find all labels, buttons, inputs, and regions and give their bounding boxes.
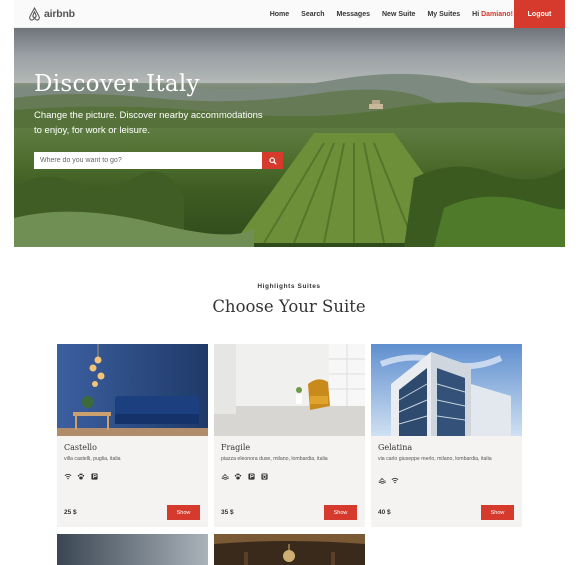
suite-image[interactable] xyxy=(214,534,365,565)
logout-button[interactable]: Logout xyxy=(514,0,565,28)
hero-banner: Discover Italy Change the picture. Disco… xyxy=(14,28,565,247)
navbar: airbnb Home Search Messages New Suite My… xyxy=(14,0,565,28)
suite-name[interactable]: Gelatina xyxy=(378,443,412,452)
search-bar xyxy=(34,152,283,169)
suite-card-partial xyxy=(214,534,365,565)
suite-card: Fragile piazza eleonora duse, milano, lo… xyxy=(214,344,365,527)
hero-title: Discover Italy xyxy=(34,71,200,97)
pet-icon xyxy=(77,473,85,480)
parking-icon xyxy=(90,473,98,480)
show-button[interactable]: Show xyxy=(167,505,200,520)
user-name: Damiano! xyxy=(481,10,513,18)
search-button[interactable] xyxy=(262,152,283,169)
nav-links: Home Search Messages New Suite My Suites… xyxy=(258,0,513,28)
suite-image[interactable] xyxy=(371,344,522,436)
nav-link-my-suites[interactable]: My Suites xyxy=(427,11,460,18)
show-button[interactable]: Show xyxy=(481,505,514,520)
suite-price: 25 $ xyxy=(64,509,77,516)
nav-link-new-suite[interactable]: New Suite xyxy=(382,11,415,18)
white-room-yellow-chair-image xyxy=(214,344,365,436)
page: airbnb Home Search Messages New Suite My… xyxy=(0,0,578,565)
amenities xyxy=(64,473,98,480)
section-title: Choose Your Suite xyxy=(212,297,366,316)
user-greeting: Hi Damiano! xyxy=(472,11,513,18)
kitchen-icon xyxy=(260,473,268,480)
logo-text: airbnb xyxy=(44,8,75,20)
amenities xyxy=(378,477,399,484)
amenities xyxy=(221,473,268,480)
suite-image[interactable] xyxy=(57,534,208,565)
pet-icon xyxy=(234,473,242,480)
suite-price: 40 $ xyxy=(378,509,391,516)
airbnb-logo-icon xyxy=(29,7,40,21)
show-button[interactable]: Show xyxy=(324,505,357,520)
suite-card-partial xyxy=(57,534,208,565)
hero-subtitle: Change the picture. Discover nearby acco… xyxy=(34,110,263,136)
blue-living-room-image xyxy=(57,344,208,436)
wifi-icon xyxy=(391,477,399,484)
building-image xyxy=(371,344,522,436)
suite-name[interactable]: Fragile xyxy=(221,443,250,452)
wifi-icon xyxy=(64,473,72,480)
suite-card: Castello villa castelli, puglia, italia … xyxy=(57,344,208,527)
suite-card: Gelatina via carlo giuseppe merlo, milan… xyxy=(371,344,522,527)
pool-icon xyxy=(221,473,229,480)
nav-link-messages[interactable]: Messages xyxy=(337,11,370,18)
suite-address: via carlo giuseppe merlo, milano, lombar… xyxy=(378,456,492,462)
search-icon xyxy=(268,156,277,165)
suite-image[interactable] xyxy=(57,344,208,436)
section-kicker: Highlights Suites xyxy=(257,283,321,290)
nav-link-search[interactable]: Search xyxy=(301,11,324,18)
pool-icon xyxy=(378,477,386,484)
nav-link-home[interactable]: Home xyxy=(270,11,289,18)
suite-image[interactable] xyxy=(214,344,365,436)
greeting-text: Hi xyxy=(472,10,480,18)
logo[interactable]: airbnb xyxy=(28,7,75,21)
suite-address: villa castelli, puglia, italia xyxy=(64,456,121,462)
suite-name[interactable]: Castello xyxy=(64,443,97,452)
suite-price: 35 $ xyxy=(221,509,234,516)
suite-address: piazza eleonora duse, milano, lombardia,… xyxy=(221,456,328,462)
parking-icon xyxy=(247,473,255,480)
search-input[interactable] xyxy=(34,152,262,169)
